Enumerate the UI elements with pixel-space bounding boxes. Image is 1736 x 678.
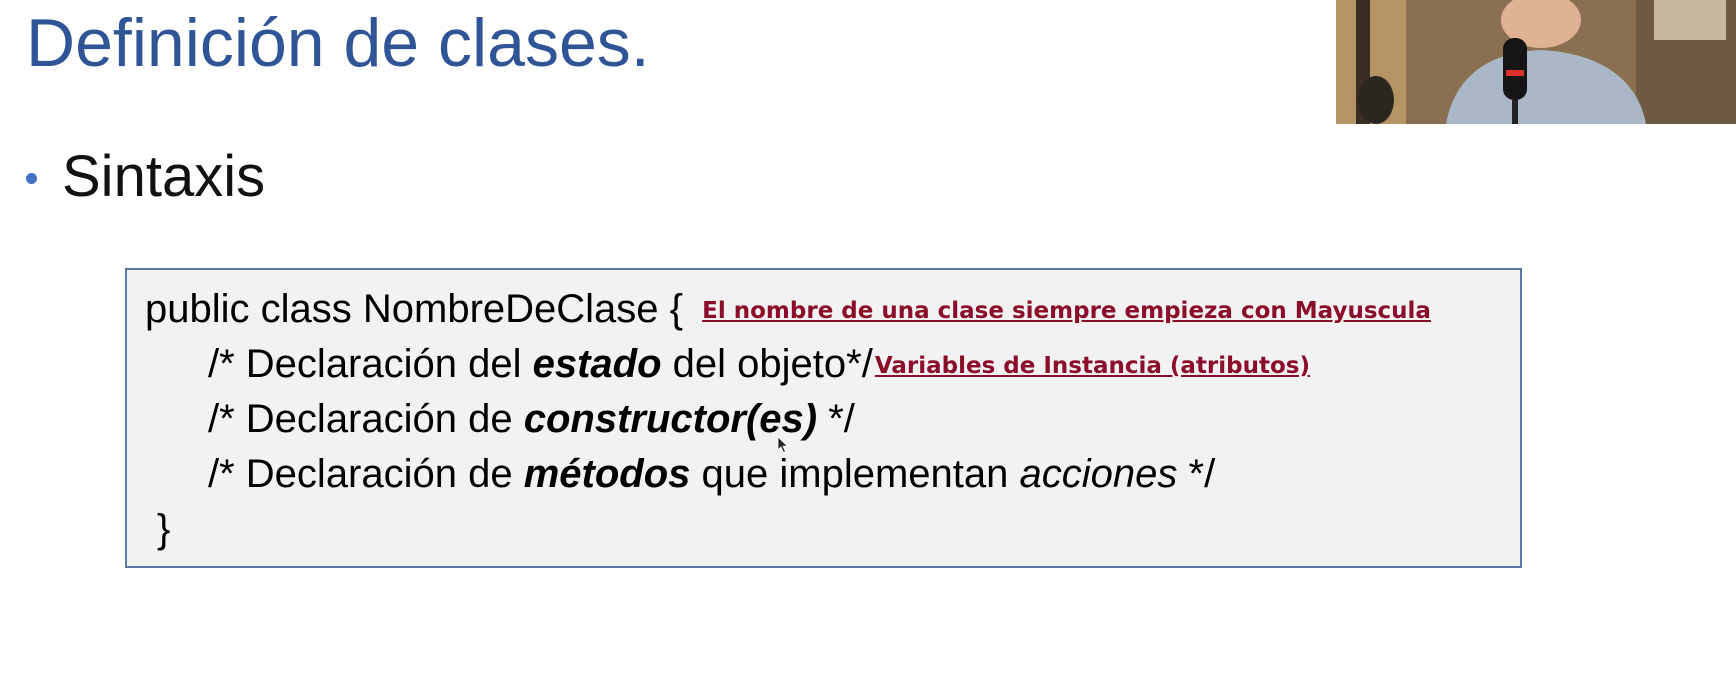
annotation-note: El nombre de una clase siempre empieza c… — [702, 298, 1431, 324]
code-text: */ — [817, 397, 855, 441]
slide-title: Definición de clases. — [26, 5, 650, 81]
bullet-item: Sintaxis — [26, 140, 265, 212]
bullet-icon — [26, 172, 37, 184]
code-line-1: public class NombreDeClase { El nombre d… — [145, 284, 1431, 336]
code-italic: acciones — [1019, 452, 1178, 496]
code-emphasis: constructor(es) — [523, 397, 818, 441]
code-text: } — [157, 507, 171, 551]
code-line-2: /* Declaración del estado del objeto*/Va… — [208, 339, 1310, 391]
syntax-code-box: public class NombreDeClase { El nombre d… — [125, 268, 1522, 568]
code-emphasis: métodos — [523, 452, 691, 496]
code-text: /* Declaración del — [208, 342, 533, 386]
code-line-5: } — [157, 504, 170, 554]
code-line-4: /* Declaración de métodos que implementa… — [208, 449, 1215, 499]
code-text: que implementan — [690, 452, 1020, 496]
mouse-pointer-icon — [777, 436, 789, 454]
code-text: /* Declaración de — [208, 397, 524, 441]
code-text: */ — [1177, 452, 1216, 496]
code-emphasis: estado — [532, 342, 662, 386]
code-text: del objeto*/ — [661, 342, 873, 386]
presenter-webcam — [1336, 0, 1736, 124]
code-text: public class NombreDeClase { — [145, 287, 684, 331]
webcam-image — [1336, 0, 1736, 124]
bullet-text: Sintaxis — [62, 143, 266, 209]
annotation-note: Variables de Instancia (atributos) — [874, 353, 1310, 379]
code-text: /* Declaración de — [208, 452, 524, 496]
code-line-3: /* Declaración de constructor(es) */ — [208, 394, 855, 444]
